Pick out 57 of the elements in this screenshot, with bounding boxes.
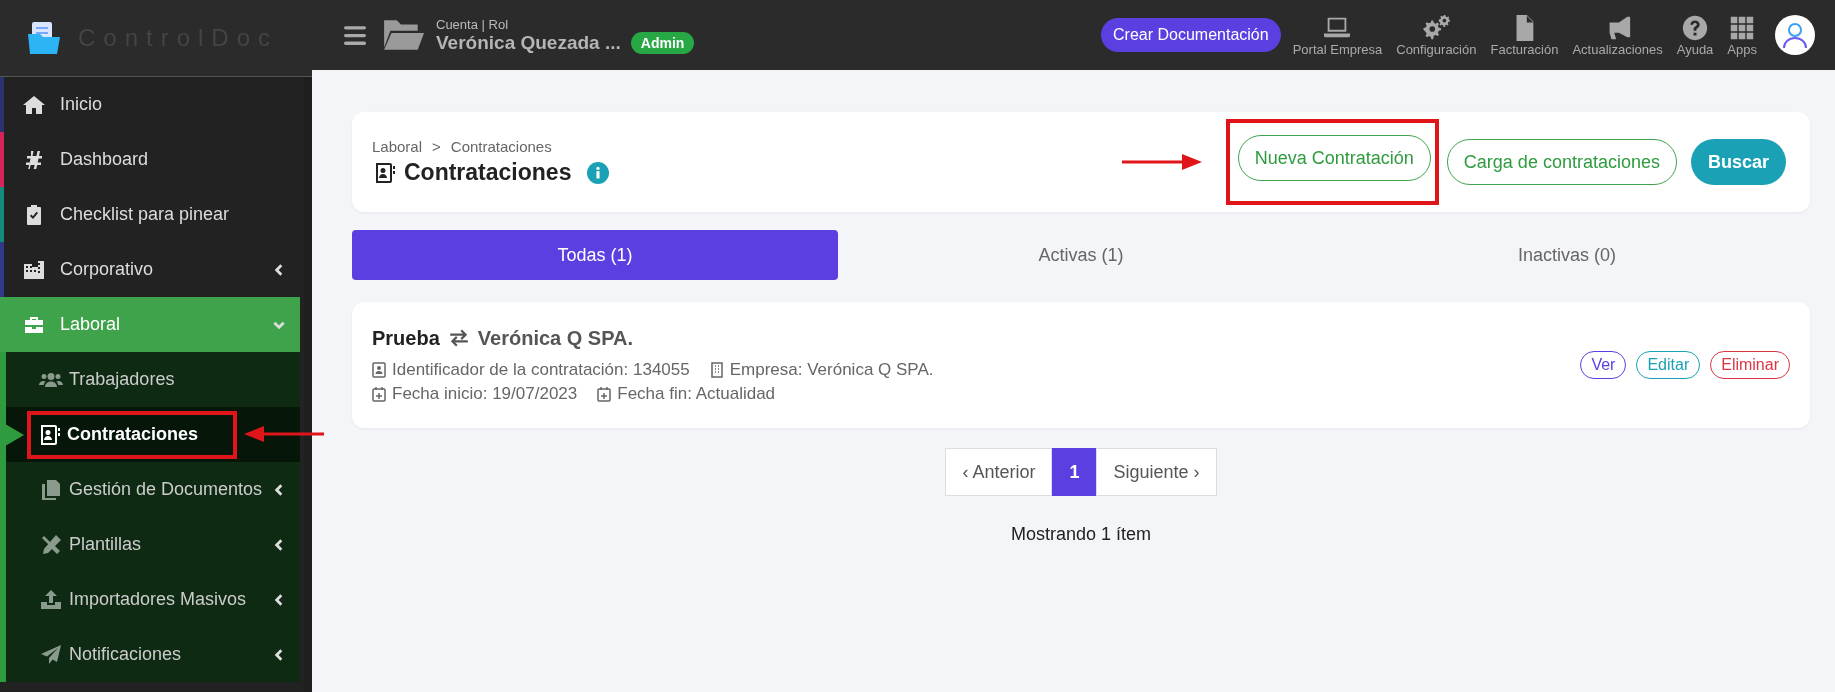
page-title: Contrataciones: [404, 159, 572, 186]
record-action-button[interactable]: Ver: [1580, 351, 1627, 379]
avatar[interactable]: [1775, 15, 1815, 55]
breadcrumb-separator: >: [432, 138, 441, 155]
account-name: Verónica Quezada ...: [436, 31, 621, 54]
toolbar-button[interactable]: Actualizaciones: [1572, 13, 1663, 57]
sidebar-item[interactable]: Dashboard: [0, 132, 300, 187]
filter-tab[interactable]: Inactivas (0): [1324, 230, 1810, 280]
sidebar-item[interactable]: Checklist para pinear: [0, 187, 300, 242]
record-action-button[interactable]: Eliminar: [1710, 351, 1790, 379]
breadcrumb-link[interactable]: Contrataciones: [450, 138, 552, 155]
building-icon: [709, 361, 724, 378]
create-documentation-button[interactable]: Crear Documentación: [1101, 18, 1281, 52]
sidebar-item[interactable]: Inicio: [0, 77, 300, 132]
sidebar-subitem[interactable]: Trabajadores: [6, 352, 300, 407]
sidebar-item[interactable]: Corporativo: [0, 242, 300, 297]
role-badge: Admin: [630, 31, 695, 54]
record-end-date: Fecha fin: Actualidad: [617, 383, 776, 404]
arrow-icon: [1121, 152, 1202, 172]
calendar-plus-icon: [597, 385, 612, 402]
sidebar-subitem[interactable]: Plantillas: [6, 517, 300, 572]
record-identifier: Identificador de la contratación: 134055: [392, 359, 690, 380]
id-card-icon: [372, 361, 386, 378]
sidebar-subitem[interactable]: Notificaciones: [6, 627, 300, 682]
toolbar-button[interactable]: Configuración: [1396, 13, 1477, 57]
breadcrumb-link[interactable]: Laboral: [372, 138, 423, 155]
info-icon[interactable]: [587, 161, 610, 184]
toolbar-button[interactable]: Ayuda: [1676, 13, 1714, 57]
action-button[interactable]: Nueva Contratación: [1237, 135, 1431, 181]
arrow-icon: [242, 424, 326, 444]
record-company-detail: Empresa: Verónica Q SPA.: [729, 359, 934, 380]
record-start-date: Fecha inicio: 19/07/2023: [392, 383, 578, 404]
toolbar-button[interactable]: Portal Empresa: [1292, 13, 1383, 57]
previous-page-button[interactable]: ‹ Anterior: [945, 448, 1053, 496]
upload-icon: [39, 587, 63, 612]
account-label: Cuenta | Rol: [436, 16, 510, 32]
copy-icon: [39, 477, 63, 502]
help-icon: [1681, 13, 1710, 42]
filter-tab[interactable]: Activas (1): [838, 230, 1324, 280]
folder-icon: [382, 18, 424, 52]
sidebar-subitem[interactable]: Gestión de Documentos: [6, 462, 300, 517]
item-count-text: Mostrando 1 ítem: [1009, 524, 1153, 545]
exchange-icon: [447, 329, 470, 347]
next-page-button[interactable]: Siguiente ›: [1096, 448, 1217, 496]
toolbar-button[interactable]: Apps: [1727, 13, 1757, 57]
calendar-plus-icon: [372, 385, 386, 402]
user-icon: [1780, 20, 1810, 50]
folder-logo-icon: [26, 20, 62, 56]
toolbar-button[interactable]: Facturación: [1490, 13, 1559, 57]
menu-icon[interactable]: [344, 25, 366, 45]
record-company: Verónica Q SPA.: [477, 326, 634, 350]
gears-icon: [1422, 13, 1451, 42]
sidebar-subitem[interactable]: Importadores Masivos: [6, 572, 300, 627]
record-name: Prueba: [372, 326, 440, 350]
filter-tab[interactable]: Todas (1): [352, 230, 838, 280]
page-number-button[interactable]: 1: [1052, 448, 1097, 496]
action-button[interactable]: Carga de contrataciones: [1446, 139, 1677, 185]
